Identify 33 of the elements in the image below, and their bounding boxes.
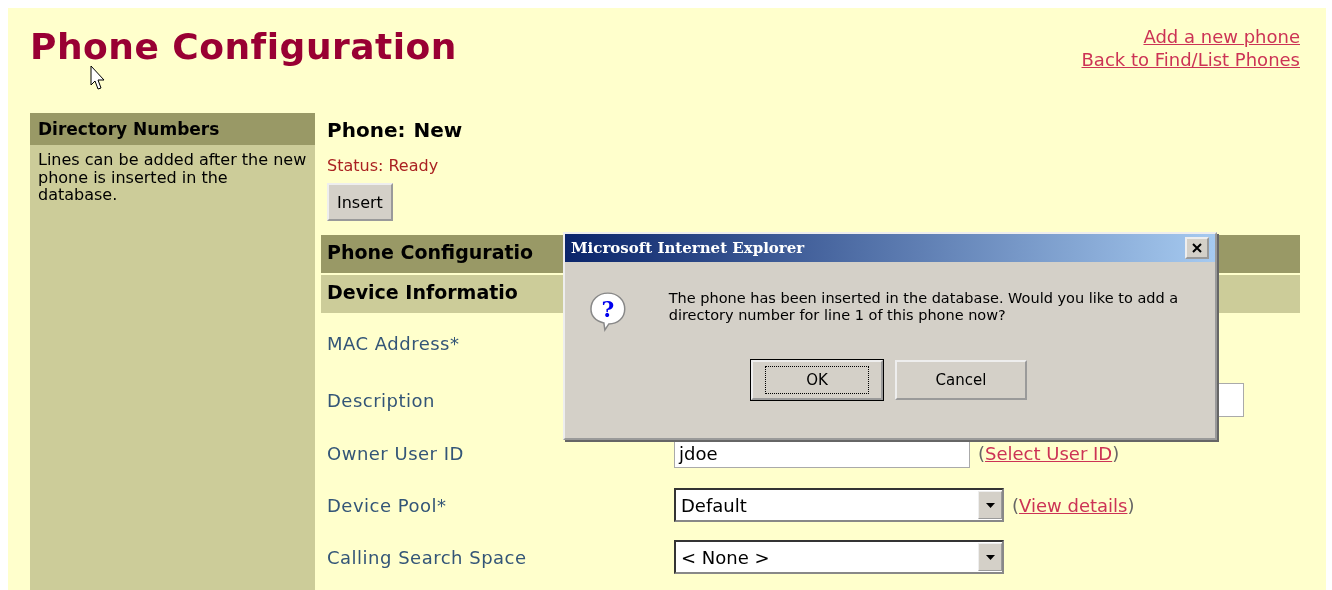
dialog-button[interactable]: OK <box>751 360 883 400</box>
detail-link[interactable]: Select User ID <box>985 442 1113 464</box>
pointer-cursor-icon <box>90 65 106 91</box>
insert-button[interactable]: Insert <box>327 183 393 221</box>
caret-icon <box>985 554 995 560</box>
phone-label: Phone: <box>327 118 406 142</box>
sidebar-text: Lines can be added after the new phone is inserted in the database. <box>37 149 308 207</box>
dropdown-field[interactable]: Default <box>674 488 1004 522</box>
field-label: Calling Search Space <box>327 546 527 568</box>
status-text: Status: Ready <box>326 155 440 177</box>
section-title: Device Informatio <box>327 281 518 303</box>
section-title: Phone Configuratio <box>327 241 534 263</box>
field-label: MAC Address* <box>327 332 460 354</box>
nav-link[interactable]: Back to Find/List Phones <box>1081 49 1300 70</box>
phone-value: New <box>413 118 463 142</box>
dialog-button[interactable]: Cancel <box>895 360 1027 400</box>
nav-link[interactable]: Add a new phone <box>1143 26 1300 47</box>
dialog-title: Microsoft Internet Explorer <box>571 239 805 257</box>
dialog-message: The phone has been inserted in the database. Would you like to add a directory number for line 1 of this phone now? <box>668 290 1180 326</box>
field-label: Device Pool* <box>327 494 447 516</box>
page-title: Phone Configuration <box>30 26 457 67</box>
detail-link[interactable]: View details <box>1019 494 1128 516</box>
dropdown-field[interactable]: < None > <box>674 540 1004 574</box>
caret-icon <box>985 502 995 508</box>
paren-text: ( <box>978 442 986 464</box>
field-label: Description <box>327 389 435 411</box>
close-button[interactable] <box>1185 237 1209 259</box>
close-icon <box>1192 243 1202 253</box>
paren-text: ) <box>1127 494 1135 516</box>
field-label: Owner User ID <box>327 442 464 464</box>
paren-text: ( <box>1012 494 1020 516</box>
sidebar-heading: Directory Numbers <box>30 113 315 145</box>
paren-text: ) <box>1112 442 1120 464</box>
